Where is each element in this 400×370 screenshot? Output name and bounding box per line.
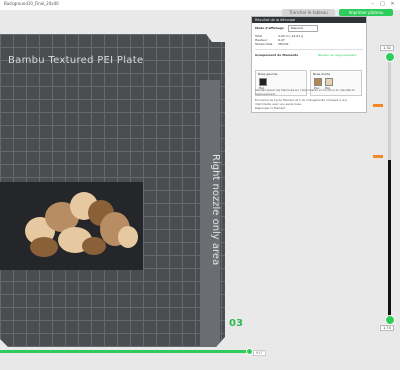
close-icon[interactable]: ×: [390, 2, 395, 7]
mode-label: Mode d'affichage: [255, 26, 284, 30]
minimize-icon[interactable]: –: [370, 2, 375, 7]
filament-change-marker[interactable]: [373, 104, 383, 107]
layer-top-value: 1.32: [380, 45, 394, 51]
filament-swatch[interactable]: [259, 78, 267, 86]
horizontal-slider-value: 917: [253, 350, 266, 356]
slice-plate-button[interactable]: Trancher le tableau: [282, 9, 335, 16]
filament-swatch[interactable]: [314, 78, 322, 86]
sliced-model[interactable]: [0, 182, 143, 270]
left-nozzle-title: Buse gauche: [258, 72, 278, 76]
right-nozzle-label: Right nozzle only area: [210, 154, 221, 266]
print-plate-button[interactable]: Imprimer plateau: [339, 9, 393, 16]
plate-number[interactable]: 03: [229, 318, 243, 329]
build-plate[interactable]: Bambu Textured PEI Plate Right nozzle on…: [0, 34, 225, 347]
time-label: Temps total: [255, 42, 273, 46]
right-nozzle-title: Buse droite: [313, 72, 331, 76]
filament-swatch[interactable]: [325, 78, 333, 86]
time-value: 38m32: [278, 42, 289, 46]
filament-change-marker[interactable]: [373, 155, 383, 158]
window-title: Background10_Final_20x40: [4, 1, 59, 6]
regroup-filament-link[interactable]: Regrouper le filament: [255, 106, 361, 111]
horizontal-slider-handle[interactable]: [246, 348, 253, 355]
maximize-icon[interactable]: □: [380, 2, 385, 7]
mode-select[interactable]: Résumé: [288, 25, 318, 32]
layer-slider-top-handle[interactable]: [385, 52, 395, 62]
layer-slider-bottom-handle[interactable]: [385, 315, 395, 325]
layer-slider-track[interactable]: [388, 60, 391, 160]
grouping-label: Groupement de filaments: [255, 53, 299, 57]
layer-slider-range[interactable]: [388, 160, 391, 320]
plate-label: Bambu Textured PEI Plate: [8, 55, 144, 66]
divider: [255, 49, 363, 50]
grouping-note: Veuillez placer les filaments sur l'impr…: [255, 88, 356, 96]
layer-bottom-value: 1.74: [380, 325, 394, 331]
regroup-link[interactable]: Revenir au regroupement: [318, 53, 356, 57]
slice-result-panel: Résultat de la découpe Mode d'affichage …: [251, 16, 367, 113]
horizontal-slider-track[interactable]: [0, 350, 250, 353]
panel-title: Résultat de la découpe: [252, 17, 366, 23]
